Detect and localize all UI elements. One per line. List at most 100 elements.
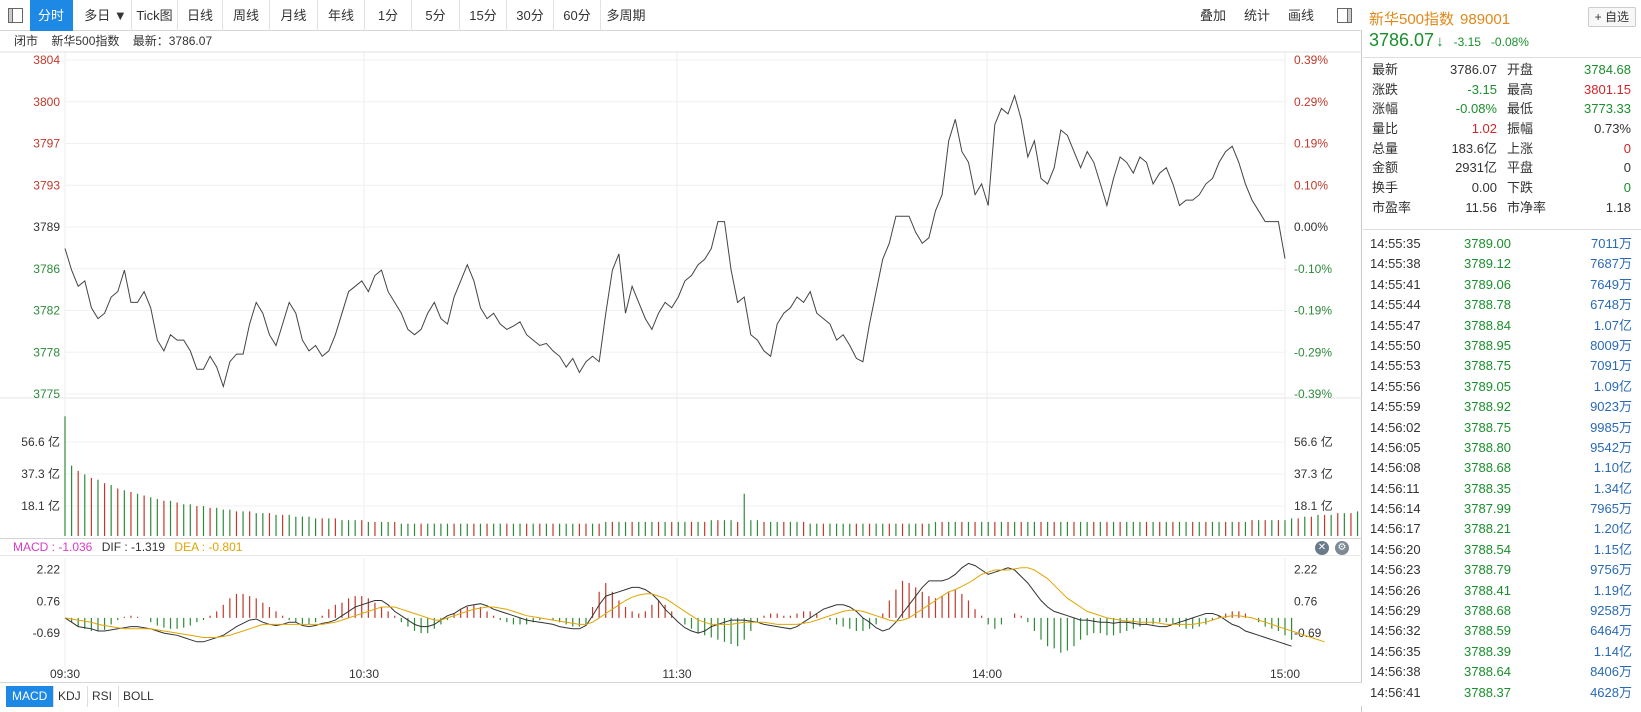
stat-label: 下跌 xyxy=(1507,180,1534,196)
price-change-pct: -0.08% xyxy=(1490,35,1529,49)
tick-row: 14:56:26 3788.41 1.19亿 xyxy=(1363,581,1641,601)
chart-panel: 分时 多日 ▼ Tick图 日线 周线 月线 年线 1分 5分 15分 30分 … xyxy=(0,0,1362,712)
tick-time: 14:56:29 xyxy=(1370,603,1421,619)
tick-row: 14:56:35 3788.39 1.14亿 xyxy=(1363,642,1641,662)
tick-volume: 9258万 xyxy=(1590,603,1632,619)
dea-value: DEA : -0.801 xyxy=(174,540,243,554)
tick-time: 14:55:38 xyxy=(1370,256,1421,272)
tick-volume: 1.15亿 xyxy=(1593,541,1632,557)
y-tick-label-pct: 0.19% xyxy=(1294,137,1328,151)
current-price: 3786.07 xyxy=(1369,30,1435,50)
y-tick-label-pct: -0.19% xyxy=(1294,304,1332,318)
macd-tick-label: -0.69 xyxy=(33,626,61,640)
tick-price: 3788.64 xyxy=(1464,664,1511,680)
stat-row: 市盈率 11.56 市净率 1.18 xyxy=(1363,198,1641,218)
tick-row: 14:56:29 3788.68 9258万 xyxy=(1363,601,1641,621)
tick-volume: 7011万 xyxy=(1591,236,1632,251)
intraday-chart[interactable]: 3804 0.39% 3800 0.29% 3797 0.19% 3793 0.10% 3789… xyxy=(0,0,1362,712)
tick-price: 3788.92 xyxy=(1464,399,1511,415)
tick-volume: 4628万 xyxy=(1590,684,1632,700)
stat-label: 平盘 xyxy=(1507,160,1534,176)
dea-line xyxy=(64,567,1325,643)
tick-row: 14:56:11 3788.35 1.34亿 xyxy=(1363,479,1641,499)
stat-value: 1.18 xyxy=(1605,199,1631,215)
tick-price: 3788.80 xyxy=(1464,439,1511,455)
tick-price: 3789.05 xyxy=(1464,378,1511,394)
x-tick-label: 11:30 xyxy=(662,667,691,681)
y-tick-label: 3793 xyxy=(33,178,60,192)
stat-label: 最新 xyxy=(1372,62,1399,77)
tick-price: 3789.12 xyxy=(1464,256,1511,272)
y-tick-label-pct: 0.00% xyxy=(1294,220,1328,234)
tick-row: 14:56:02 3788.75 9985万 xyxy=(1363,418,1641,438)
tick-row: 14:56:05 3788.80 9542万 xyxy=(1363,438,1641,458)
y-tick-label: 3789 xyxy=(33,220,60,234)
tick-row: 14:55:59 3788.92 9023万 xyxy=(1363,397,1641,417)
macd-value: MACD : -1.036 xyxy=(13,540,93,554)
add-watchlist-button[interactable]: + 自选 xyxy=(1587,7,1636,27)
stat-value: 3786.07 xyxy=(1450,62,1497,77)
y-tick-label: 3782 xyxy=(33,304,60,318)
quote-price: 3786.07 ↓ -3.15 -0.08% xyxy=(1369,30,1529,51)
quote-panel: 新华500指数 989001 + 自选 3786.07 ↓ -3.15 -0.08% 最… xyxy=(1363,0,1641,712)
volume-tick-label: 37.3 亿 xyxy=(21,466,60,481)
tab-macd[interactable]: MACD xyxy=(6,686,55,707)
tick-list[interactable]: 14:55:35 3789.00 7011万 14:55:38 3789.12 7687万… xyxy=(1363,234,1641,712)
tick-row: 14:56:14 3787.99 7965万 xyxy=(1363,499,1641,519)
stat-row: 总量 183.6亿 上涨 0 xyxy=(1363,139,1641,159)
tick-volume: 1.09亿 xyxy=(1593,378,1632,394)
tick-time: 14:56:05 xyxy=(1370,439,1421,455)
tick-volume: 7687万 xyxy=(1590,256,1632,272)
tick-price: 3788.68 xyxy=(1464,460,1511,476)
tick-time: 14:56:08 xyxy=(1370,460,1421,476)
volume-tick-label: 18.1 亿 xyxy=(21,498,60,513)
tick-time: 14:55:59 xyxy=(1370,399,1421,415)
tick-row: 14:55:50 3788.95 8009万 xyxy=(1363,336,1641,356)
x-tick-label: 09:30 xyxy=(50,667,80,681)
y-tick-label: 3797 xyxy=(33,137,60,151)
stat-value: 0 xyxy=(1623,140,1631,156)
tick-row: 14:55:53 3788.75 7091万 xyxy=(1363,356,1641,376)
tab-rsi[interactable]: RSI xyxy=(86,686,120,707)
x-tick-label: 14:00 xyxy=(972,667,1002,681)
stat-label: 金额 xyxy=(1372,160,1399,176)
tick-time: 14:55:44 xyxy=(1370,297,1421,313)
macd-tick-label: 2.22 xyxy=(1294,563,1318,577)
tick-volume: 1.07亿 xyxy=(1593,317,1632,333)
y-tick-label-pct: -0.29% xyxy=(1294,345,1332,359)
tick-time: 14:56:02 xyxy=(1370,419,1421,435)
close-circle-icon[interactable]: ✕ xyxy=(1315,541,1329,555)
gear-icon[interactable]: ⚙ xyxy=(1335,541,1349,555)
tick-row: 14:55:35 3789.00 7011万 xyxy=(1363,234,1641,254)
stat-value: 0.00 xyxy=(1471,180,1497,196)
y-tick-label: 3778 xyxy=(33,345,60,359)
tick-volume: 7649万 xyxy=(1590,276,1632,292)
quote-code: 989001 xyxy=(1460,11,1511,28)
x-tick-label: 10:30 xyxy=(349,667,379,681)
y-tick-label-pct: 0.29% xyxy=(1294,95,1328,109)
tick-row: 14:56:08 3788.68 1.10亿 xyxy=(1363,458,1641,478)
macd-tick-label: 2.22 xyxy=(37,563,61,577)
tick-time: 14:56:41 xyxy=(1370,684,1421,700)
stat-label: 量比 xyxy=(1372,121,1399,137)
stat-value: 0 xyxy=(1623,180,1631,196)
tick-volume: 1.10亿 xyxy=(1593,460,1632,476)
tick-time: 14:56:17 xyxy=(1370,521,1421,537)
macd-legend-bar: MACD : -1.036 DIF : -1.319 DEA : -0.801 … xyxy=(0,538,1362,556)
x-tick-label: 15:00 xyxy=(1270,667,1300,681)
divider xyxy=(1363,229,1641,230)
tab-boll[interactable]: BOLL xyxy=(117,686,160,707)
stat-label: 市盈率 xyxy=(1372,199,1412,215)
stat-row: 涨跌 -3.15 最高 3801.15 xyxy=(1363,80,1641,100)
tick-price: 3789.06 xyxy=(1464,276,1511,292)
tick-time: 14:55:53 xyxy=(1370,358,1421,374)
stat-value: 3773.33 xyxy=(1584,101,1631,117)
tick-price: 3788.39 xyxy=(1464,643,1511,659)
tab-kdj[interactable]: KDJ xyxy=(52,686,88,707)
tick-volume: 1.34亿 xyxy=(1593,480,1632,496)
tick-price: 3787.99 xyxy=(1464,501,1511,517)
stat-value: 0 xyxy=(1623,160,1631,176)
tick-time: 14:55:50 xyxy=(1370,337,1421,353)
tick-time: 14:56:26 xyxy=(1370,582,1421,598)
y-tick-label: 3775 xyxy=(33,387,60,401)
